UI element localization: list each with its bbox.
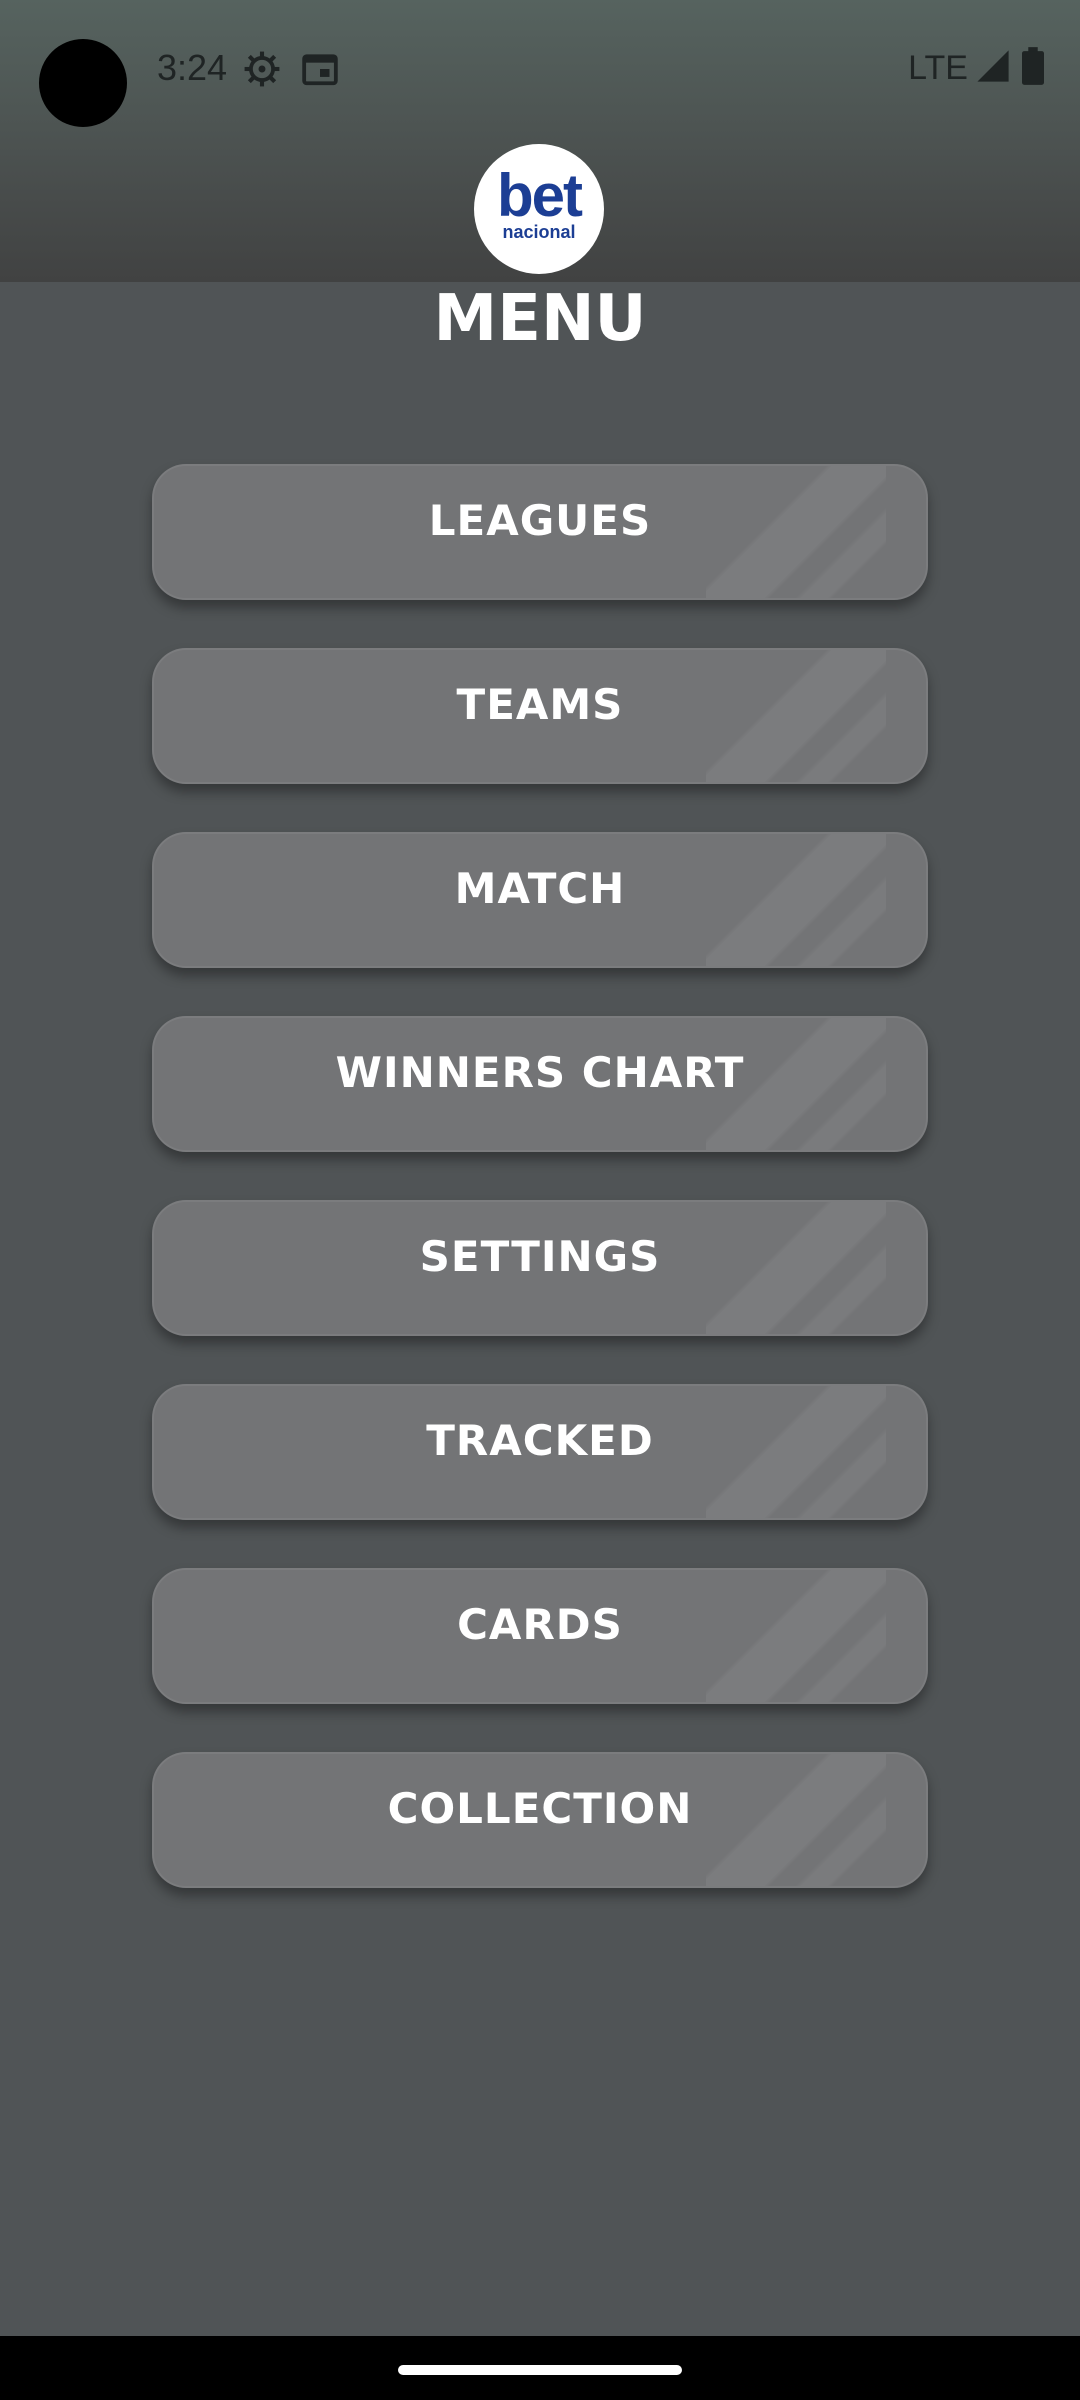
status-right-group: LTE	[908, 44, 1044, 92]
button-label: SETTINGS	[419, 1232, 661, 1281]
button-label: LEAGUES	[428, 496, 652, 545]
cards-button[interactable]: CARDS	[152, 1568, 928, 1704]
button-label: CARDS	[457, 1600, 623, 1649]
teams-button[interactable]: TEAMS	[152, 648, 928, 784]
battery-icon	[1022, 47, 1044, 89]
tracked-button[interactable]: TRACKED	[152, 1384, 928, 1520]
leagues-button[interactable]: LEAGUES	[152, 464, 928, 600]
menu-list: LEAGUES TEAMS MATCH WINNERS CHART SETTIN…	[152, 464, 928, 1936]
signal-icon	[976, 49, 1010, 87]
bet-nacional-logo: bet nacional	[474, 144, 604, 274]
collection-button[interactable]: COLLECTION	[152, 1752, 928, 1888]
button-label: COLLECTION	[387, 1784, 693, 1833]
button-label: TEAMS	[456, 680, 624, 729]
winners-chart-button[interactable]: WINNERS CHART	[152, 1016, 928, 1152]
settings-gear-icon	[243, 50, 281, 88]
network-type: LTE	[908, 48, 968, 87]
calendar-icon	[301, 50, 339, 88]
logo-text: bet	[497, 162, 583, 229]
settings-button[interactable]: SETTINGS	[152, 1200, 928, 1336]
button-label: TRACKED	[426, 1416, 654, 1465]
page-title: MENU	[433, 282, 647, 356]
camera-cutout	[39, 39, 127, 127]
status-time: 3:24	[157, 47, 228, 88]
button-label: WINNERS CHART	[335, 1048, 745, 1097]
home-gesture-handle[interactable]	[398, 2365, 682, 2375]
button-label: MATCH	[454, 864, 626, 913]
match-button[interactable]: MATCH	[152, 832, 928, 968]
logo-subtext: nacional	[502, 222, 576, 242]
